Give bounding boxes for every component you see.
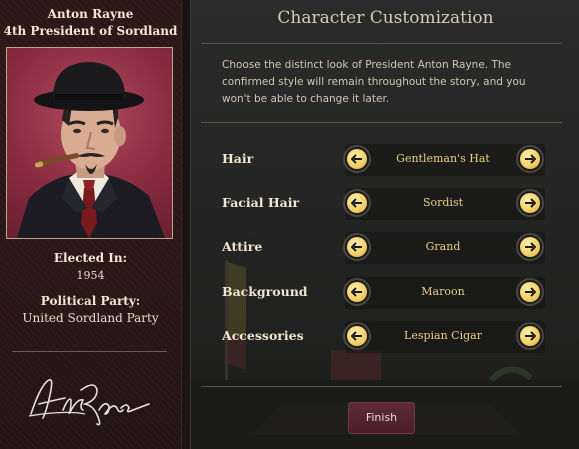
description-divider xyxy=(201,122,562,123)
next-attire-button[interactable] xyxy=(516,233,544,261)
divider xyxy=(12,351,167,352)
next-hair-button[interactable] xyxy=(516,145,544,173)
option-label: Attire xyxy=(222,239,263,254)
party-name: United Sordland Party xyxy=(22,311,159,325)
next-background-button[interactable] xyxy=(516,278,544,306)
option-row-hair: Hair Gentleman's Hat xyxy=(191,142,579,178)
panel-description: Choose the distinct look of President An… xyxy=(222,59,526,105)
option-value: Maroon xyxy=(421,285,465,298)
next-accessories-button[interactable] xyxy=(516,322,544,350)
arrow-right-icon xyxy=(520,237,540,257)
option-row-facial-hair: Facial Hair Sordist xyxy=(191,186,579,222)
signature-icon xyxy=(28,378,150,426)
option-row-attire: Attire Grand xyxy=(191,230,579,266)
customization-panel: Character Customization Choose the disti… xyxy=(190,0,579,449)
arrow-right-icon xyxy=(520,282,540,302)
option-row-accessories: Accessories Lespian Cigar xyxy=(191,319,579,355)
president-info-panel: Anton Rayne 4th President of Sordland El… xyxy=(0,0,182,449)
option-label: Background xyxy=(222,284,308,299)
arrow-right-icon xyxy=(520,193,540,213)
options-divider xyxy=(201,386,562,387)
option-value: Lespian Cigar xyxy=(404,329,482,342)
president-portrait xyxy=(6,47,173,239)
option-row-background: Background Maroon xyxy=(191,275,579,311)
president-title: 4th President of Sordland xyxy=(3,24,178,38)
option-label: Hair xyxy=(222,151,254,166)
portrait-image xyxy=(17,62,165,238)
option-label: Accessories xyxy=(222,328,304,343)
party-label: Political Party: xyxy=(40,294,141,308)
option-value: Grand xyxy=(425,240,461,253)
title-divider xyxy=(201,43,562,44)
finish-button[interactable]: Finish xyxy=(348,402,415,434)
panel-title: Character Customization xyxy=(277,8,494,28)
option-value: Sordist xyxy=(422,196,464,209)
arrow-right-icon xyxy=(520,326,540,346)
option-value: Gentleman's Hat xyxy=(396,152,490,165)
arrow-right-icon xyxy=(520,149,540,169)
elected-label: Elected In: xyxy=(53,251,128,265)
president-name: Anton Rayne xyxy=(47,7,134,21)
elected-year: 1954 xyxy=(76,269,105,282)
character-customization-screen: Anton Rayne 4th President of Sordland El… xyxy=(0,0,579,449)
option-label: Facial Hair xyxy=(222,195,300,210)
next-facial-hair-button[interactable] xyxy=(516,189,544,217)
